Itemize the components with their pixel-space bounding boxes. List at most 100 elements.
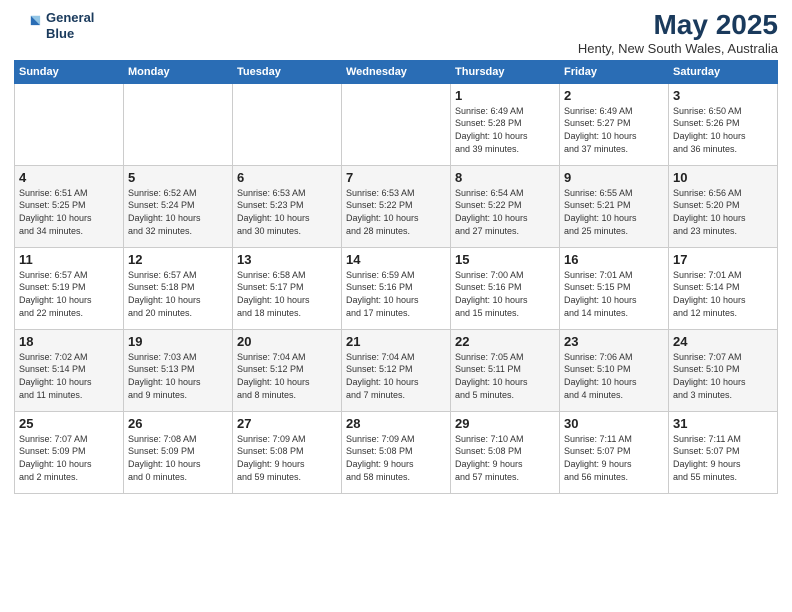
day-detail: Sunrise: 6:55 AM Sunset: 5:21 PM Dayligh… xyxy=(564,187,664,237)
day-detail: Sunrise: 7:08 AM Sunset: 5:09 PM Dayligh… xyxy=(128,433,228,483)
week-row-3: 18 Sunrise: 7:02 AM Sunset: 5:14 PM Dayli… xyxy=(15,329,778,411)
day-detail: Sunrise: 7:09 AM Sunset: 5:08 PM Dayligh… xyxy=(237,433,337,483)
day-number: 13 xyxy=(237,252,337,267)
day-detail: Sunrise: 6:56 AM Sunset: 5:20 PM Dayligh… xyxy=(673,187,773,237)
sub-title: Henty, New South Wales, Australia xyxy=(578,41,778,56)
calendar-cell: 13 Sunrise: 6:58 AM Sunset: 5:17 PM Dayli… xyxy=(233,247,342,329)
header-wednesday: Wednesday xyxy=(342,60,451,83)
calendar-cell: 31Sunrise: 7:11 AM Sunset: 5:07 PM Dayli… xyxy=(669,411,778,493)
day-number: 17 xyxy=(673,252,773,267)
day-number: 15 xyxy=(455,252,555,267)
day-number: 22 xyxy=(455,334,555,349)
day-number: 31 xyxy=(673,416,773,431)
day-detail: Sunrise: 6:53 AM Sunset: 5:23 PM Dayligh… xyxy=(237,187,337,237)
day-number: 7 xyxy=(346,170,446,185)
day-number: 11 xyxy=(19,252,119,267)
day-detail: Sunrise: 6:57 AM Sunset: 5:18 PM Dayligh… xyxy=(128,269,228,319)
calendar-cell: 9 Sunrise: 6:55 AM Sunset: 5:21 PM Daylig… xyxy=(560,165,669,247)
day-number: 18 xyxy=(19,334,119,349)
day-detail: Sunrise: 7:11 AM Sunset: 5:07 PM Dayligh… xyxy=(564,433,664,483)
day-number: 20 xyxy=(237,334,337,349)
day-detail: Sunrise: 7:10 AM Sunset: 5:08 PM Dayligh… xyxy=(455,433,555,483)
calendar-cell xyxy=(233,83,342,165)
day-detail: Sunrise: 7:04 AM Sunset: 5:12 PM Dayligh… xyxy=(346,351,446,401)
calendar-cell: 22 Sunrise: 7:05 AM Sunset: 5:11 PM Dayli… xyxy=(451,329,560,411)
day-detail: Sunrise: 6:49 AM Sunset: 5:28 PM Dayligh… xyxy=(455,105,555,155)
day-detail: Sunrise: 6:59 AM Sunset: 5:16 PM Dayligh… xyxy=(346,269,446,319)
day-number: 5 xyxy=(128,170,228,185)
calendar-cell: 1 Sunrise: 6:49 AM Sunset: 5:28 PM Daylig… xyxy=(451,83,560,165)
calendar-cell: 10 Sunrise: 6:56 AM Sunset: 5:20 PM Dayli… xyxy=(669,165,778,247)
header-sunday: Sunday xyxy=(15,60,124,83)
calendar-cell: 7 Sunrise: 6:53 AM Sunset: 5:22 PM Daylig… xyxy=(342,165,451,247)
day-number: 24 xyxy=(673,334,773,349)
calendar-cell: 21 Sunrise: 7:04 AM Sunset: 5:12 PM Dayli… xyxy=(342,329,451,411)
calendar-cell: 6 Sunrise: 6:53 AM Sunset: 5:23 PM Daylig… xyxy=(233,165,342,247)
calendar-cell: 24 Sunrise: 7:07 AM Sunset: 5:10 PM Dayli… xyxy=(669,329,778,411)
day-detail: Sunrise: 7:03 AM Sunset: 5:13 PM Dayligh… xyxy=(128,351,228,401)
day-number: 10 xyxy=(673,170,773,185)
day-number: 14 xyxy=(346,252,446,267)
calendar-cell: 15Sunrise: 7:00 AM Sunset: 5:16 PM Dayli… xyxy=(451,247,560,329)
day-number: 3 xyxy=(673,88,773,103)
day-number: 9 xyxy=(564,170,664,185)
calendar-cell xyxy=(15,83,124,165)
week-row-1: 4Sunrise: 6:51 AM Sunset: 5:25 PM Daylig… xyxy=(15,165,778,247)
calendar-cell: 2Sunrise: 6:49 AM Sunset: 5:27 PM Daylig… xyxy=(560,83,669,165)
page-container: General Blue May 2025 Henty, New South W… xyxy=(0,0,792,504)
week-row-2: 11 Sunrise: 6:57 AM Sunset: 5:19 PM Dayli… xyxy=(15,247,778,329)
day-detail: Sunrise: 7:07 AM Sunset: 5:10 PM Dayligh… xyxy=(673,351,773,401)
day-number: 21 xyxy=(346,334,446,349)
calendar-cell: 27 Sunrise: 7:09 AM Sunset: 5:08 PM Dayli… xyxy=(233,411,342,493)
calendar-cell: 14 Sunrise: 6:59 AM Sunset: 5:16 PM Dayli… xyxy=(342,247,451,329)
title-block: May 2025 Henty, New South Wales, Austral… xyxy=(578,10,778,56)
calendar-cell: 17Sunrise: 7:01 AM Sunset: 5:14 PM Dayli… xyxy=(669,247,778,329)
logo: General Blue xyxy=(14,10,94,41)
header-saturday: Saturday xyxy=(669,60,778,83)
calendar-cell: 26 Sunrise: 7:08 AM Sunset: 5:09 PM Dayli… xyxy=(124,411,233,493)
day-detail: Sunrise: 6:52 AM Sunset: 5:24 PM Dayligh… xyxy=(128,187,228,237)
day-number: 27 xyxy=(237,416,337,431)
day-detail: Sunrise: 6:58 AM Sunset: 5:17 PM Dayligh… xyxy=(237,269,337,319)
day-detail: Sunrise: 6:54 AM Sunset: 5:22 PM Dayligh… xyxy=(455,187,555,237)
day-number: 6 xyxy=(237,170,337,185)
day-number: 16 xyxy=(564,252,664,267)
week-row-0: 1 Sunrise: 6:49 AM Sunset: 5:28 PM Daylig… xyxy=(15,83,778,165)
calendar-cell: 19 Sunrise: 7:03 AM Sunset: 5:13 PM Dayli… xyxy=(124,329,233,411)
day-number: 29 xyxy=(455,416,555,431)
day-detail: Sunrise: 7:09 AM Sunset: 5:08 PM Dayligh… xyxy=(346,433,446,483)
day-number: 26 xyxy=(128,416,228,431)
day-number: 4 xyxy=(19,170,119,185)
day-detail: Sunrise: 7:02 AM Sunset: 5:14 PM Dayligh… xyxy=(19,351,119,401)
day-detail: Sunrise: 7:07 AM Sunset: 5:09 PM Dayligh… xyxy=(19,433,119,483)
calendar-cell: 11 Sunrise: 6:57 AM Sunset: 5:19 PM Dayli… xyxy=(15,247,124,329)
day-detail: Sunrise: 7:05 AM Sunset: 5:11 PM Dayligh… xyxy=(455,351,555,401)
calendar-table: SundayMondayTuesdayWednesdayThursdayFrid… xyxy=(14,60,778,494)
day-number: 1 xyxy=(455,88,555,103)
header-monday: Monday xyxy=(124,60,233,83)
calendar-cell xyxy=(124,83,233,165)
day-number: 30 xyxy=(564,416,664,431)
day-number: 25 xyxy=(19,416,119,431)
calendar-cell: 28 Sunrise: 7:09 AM Sunset: 5:08 PM Dayli… xyxy=(342,411,451,493)
day-number: 2 xyxy=(564,88,664,103)
day-number: 12 xyxy=(128,252,228,267)
header-row: SundayMondayTuesdayWednesdayThursdayFrid… xyxy=(15,60,778,83)
calendar-cell: 16 Sunrise: 7:01 AM Sunset: 5:15 PM Dayli… xyxy=(560,247,669,329)
header-thursday: Thursday xyxy=(451,60,560,83)
day-detail: Sunrise: 6:57 AM Sunset: 5:19 PM Dayligh… xyxy=(19,269,119,319)
calendar-cell: 12 Sunrise: 6:57 AM Sunset: 5:18 PM Dayli… xyxy=(124,247,233,329)
day-detail: Sunrise: 6:53 AM Sunset: 5:22 PM Dayligh… xyxy=(346,187,446,237)
calendar-cell: 30 Sunrise: 7:11 AM Sunset: 5:07 PM Dayli… xyxy=(560,411,669,493)
header: General Blue May 2025 Henty, New South W… xyxy=(14,10,778,56)
day-number: 19 xyxy=(128,334,228,349)
day-number: 28 xyxy=(346,416,446,431)
logo-text: General Blue xyxy=(46,10,94,41)
calendar-cell: 3Sunrise: 6:50 AM Sunset: 5:26 PM Daylig… xyxy=(669,83,778,165)
header-friday: Friday xyxy=(560,60,669,83)
calendar-cell: 5 Sunrise: 6:52 AM Sunset: 5:24 PM Daylig… xyxy=(124,165,233,247)
calendar-cell: 8Sunrise: 6:54 AM Sunset: 5:22 PM Daylig… xyxy=(451,165,560,247)
day-detail: Sunrise: 7:01 AM Sunset: 5:15 PM Dayligh… xyxy=(564,269,664,319)
calendar-cell: 18 Sunrise: 7:02 AM Sunset: 5:14 PM Dayli… xyxy=(15,329,124,411)
calendar-cell: 20Sunrise: 7:04 AM Sunset: 5:12 PM Dayli… xyxy=(233,329,342,411)
